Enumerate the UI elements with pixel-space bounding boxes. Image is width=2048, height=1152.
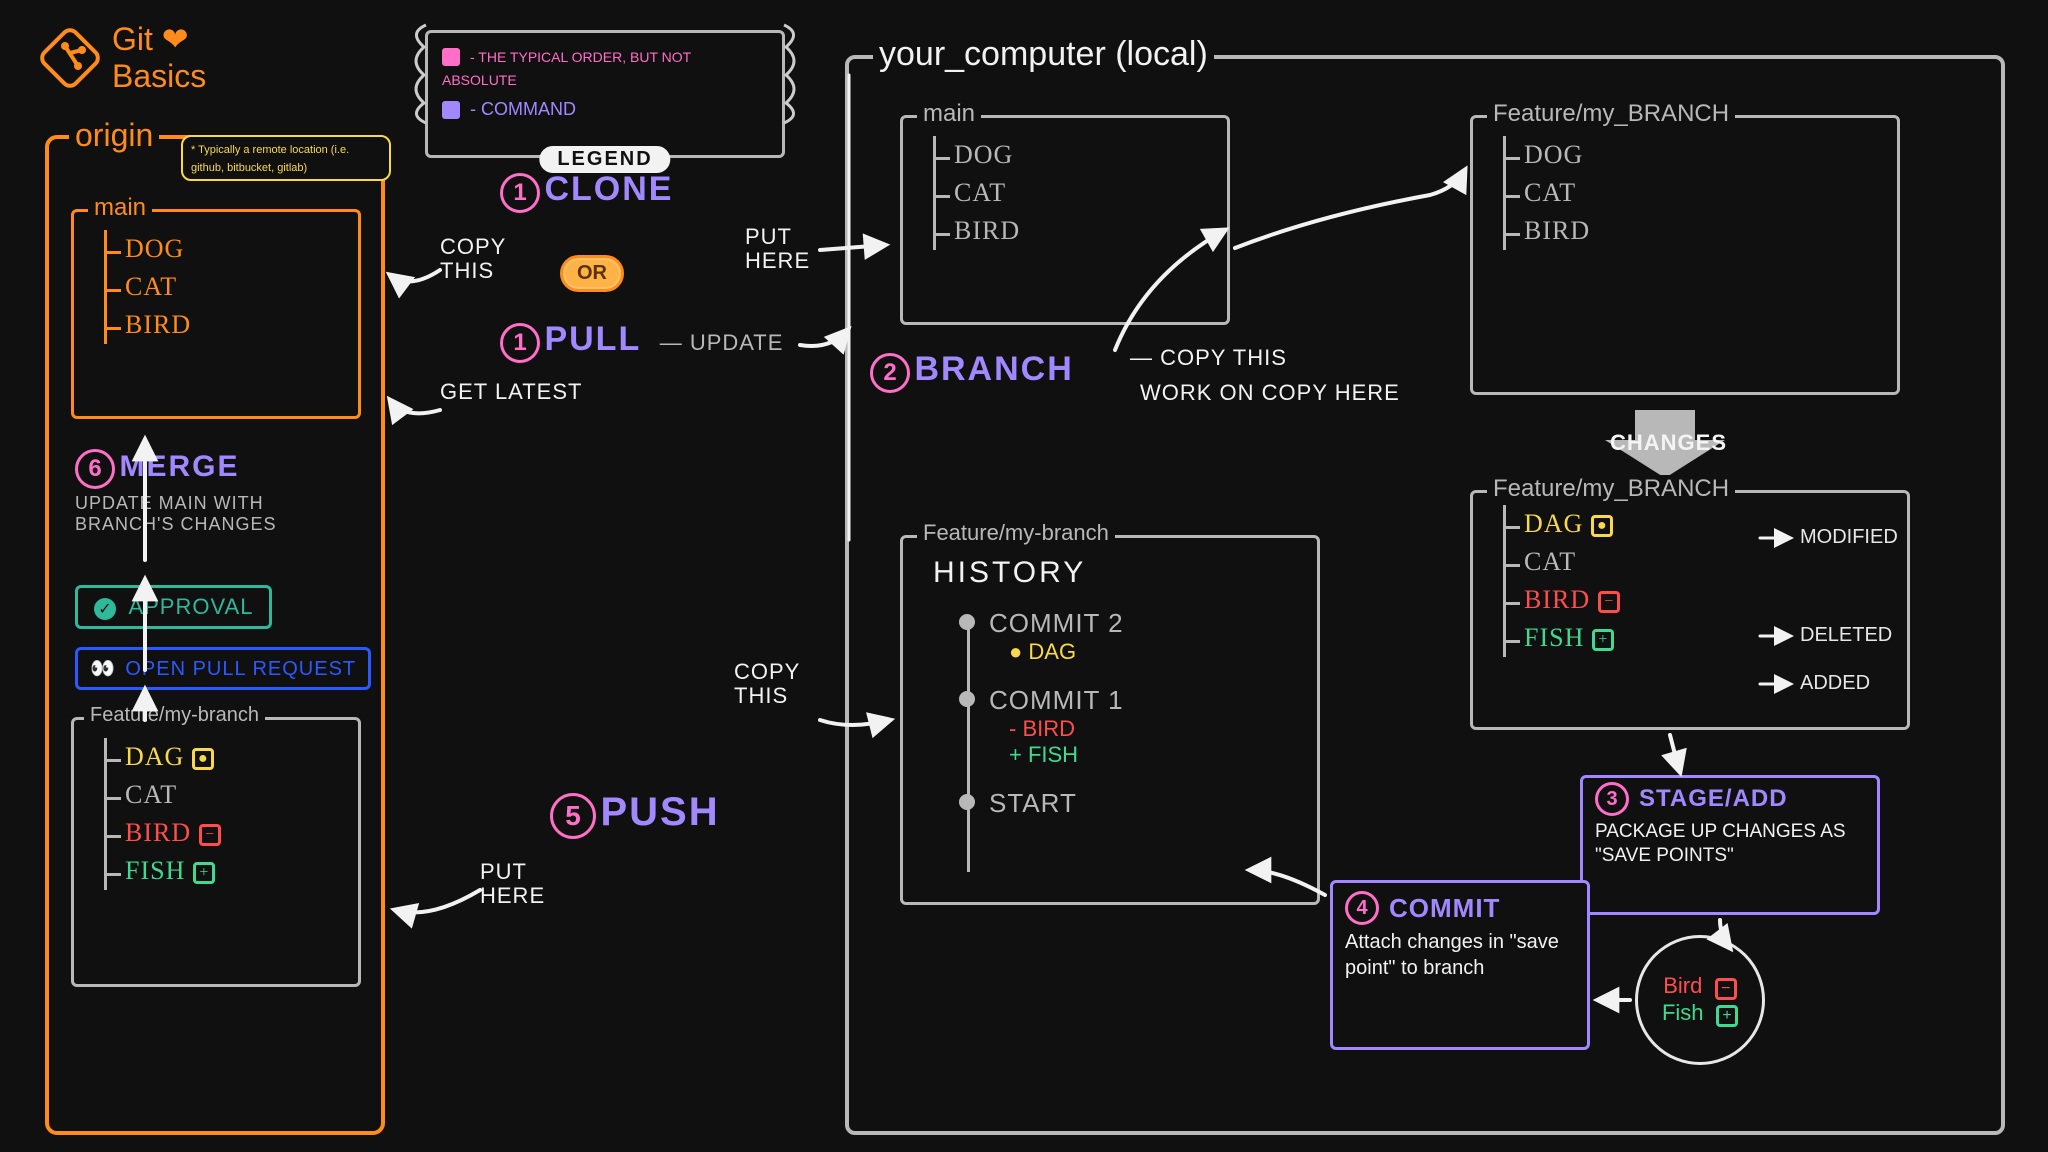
history-box: Feature/my-branch HISTORY COMMIT 2● DAG … <box>900 535 1320 905</box>
local-main-label: main <box>917 100 981 128</box>
origin-main-box: main DOG CAT BIRD <box>71 209 361 419</box>
minus-icon: − <box>1715 978 1737 1000</box>
changes-label: CHANGES <box>1610 430 1727 456</box>
pull-block: 1 PULL — UPDATE <box>500 320 783 363</box>
save-point-circle: Bird − Fish + <box>1635 935 1765 1065</box>
step-num-branch: 2 <box>870 353 910 393</box>
branch-copy-label: — COPY THIS <box>1130 345 1287 371</box>
eyes-icon: 👀 <box>90 658 115 680</box>
clone-block: 1 CLONE <box>500 170 673 213</box>
open-pr-badge: 👀 OPEN PULL REQUEST <box>75 647 371 690</box>
stage-command: STAGE/ADD <box>1639 785 1788 813</box>
dot-icon: ● <box>192 748 214 770</box>
plus-icon: + <box>1592 629 1614 651</box>
pull-command: PULL <box>544 320 641 358</box>
dot-icon: ● <box>1591 515 1613 537</box>
minus-icon: − <box>1598 591 1620 613</box>
local-feature1-label: Feature/my_BRANCH <box>1487 100 1735 128</box>
status-added-label: ADDED <box>1800 672 1870 695</box>
save-point-item: Bird − <box>1663 973 1737 1000</box>
step-num-commit: 4 <box>1345 891 1379 925</box>
clone-copy-label: COPYTHIS <box>440 235 506 283</box>
push-copy-label: COPYTHIS <box>734 660 800 708</box>
legend-swatch-pink <box>442 48 460 66</box>
origin-main-label: main <box>88 194 152 222</box>
step-num-clone: 1 <box>500 173 540 213</box>
title-line1: Git <box>112 21 153 57</box>
merge-note: UPDATE MAIN WITH BRANCH'S CHANGES <box>75 493 335 535</box>
list-item: BIRD− <box>107 814 338 852</box>
status-deleted-label: DELETED <box>1800 624 1892 647</box>
list-item: DOG <box>1506 136 1877 174</box>
list-item: FISH+ <box>107 852 338 890</box>
list-item: DOG <box>936 136 1207 174</box>
list-item: DAG● <box>107 738 338 776</box>
git-logo-icon <box>40 28 100 88</box>
stage-note: PACKAGE UP CHANGES AS "SAVE POINTS" <box>1595 820 1865 868</box>
local-label: your_computer (local) <box>873 35 1214 74</box>
list-item: CAT <box>1506 174 1877 212</box>
local-main-box: main DOG CAT BIRD <box>900 115 1230 325</box>
commit-command: COMMIT <box>1389 893 1500 924</box>
list-item: CAT <box>107 776 338 814</box>
branch-work-label: WORK ON COPY HERE <box>1140 380 1400 406</box>
heart-icon: ❤ <box>162 21 189 57</box>
origin-container: origin * Typically a remote location (i.… <box>45 135 385 1135</box>
save-point-item: Fish + <box>1662 1000 1738 1027</box>
decor-right-icon <box>778 19 804 129</box>
list-item: CAT <box>936 174 1207 212</box>
clone-put-label: PutHere <box>745 225 810 273</box>
plus-icon: + <box>193 862 215 884</box>
list-item: DOG <box>107 230 338 268</box>
legend-item-command: - COMMAND <box>442 98 768 121</box>
list-item: CAT <box>107 268 338 306</box>
approval-label: APPROVAL <box>128 594 253 619</box>
list-item: BIRD− <box>1506 581 1887 619</box>
legend-item-order: - THE TYPICAL ORDER, BUT NOT ABSOLUTE <box>442 45 768 92</box>
legend-box: - THE TYPICAL ORDER, BUT NOT ABSOLUTE - … <box>425 30 785 158</box>
pull-get-label: get latest <box>440 380 582 404</box>
approval-badge: ✓ APPROVAL <box>75 585 272 629</box>
step-num-push: 5 <box>550 793 596 839</box>
step-num-merge: 6 <box>75 449 115 489</box>
origin-feature-box: Feature/my-branch DAG●CATBIRD−FISH+ <box>71 717 361 987</box>
origin-note: * Typically a remote location (i.e. gith… <box>191 144 349 174</box>
branch-command: BRANCH <box>914 350 1073 388</box>
push-put-label: PUTHERE <box>480 860 545 908</box>
plus-icon: + <box>1716 1005 1738 1027</box>
merge-command: MERGE <box>119 450 239 483</box>
commit-entry: COMMIT 2● DAG <box>959 608 1124 665</box>
origin-label: origin <box>69 117 159 154</box>
step-num-pull: 1 <box>500 323 540 363</box>
commit-entry: START <box>959 788 1124 819</box>
minus-icon: − <box>199 824 221 846</box>
status-modified-label: MODIFIED <box>1800 526 1898 549</box>
list-item: BIRD <box>936 212 1207 250</box>
decor-left-icon <box>406 19 432 129</box>
list-item: BIRD <box>1506 212 1877 250</box>
page-title: Git ❤ Basics <box>40 20 206 95</box>
history-label: Feature/my-branch <box>917 520 1115 546</box>
origin-note-bubble: * Typically a remote location (i.e. gith… <box>181 135 391 181</box>
step-num-stage: 3 <box>1595 782 1629 816</box>
branch-block: 2 BRANCH <box>870 350 1074 393</box>
or-badge: OR <box>560 255 624 292</box>
push-command: PUSH <box>600 790 719 834</box>
local-feature1-box: Feature/my_BRANCH DOG CAT BIRD <box>1470 115 1900 395</box>
local-feature2-label: Feature/my_BRANCH <box>1487 475 1735 503</box>
stage-box: 3 STAGE/ADD PACKAGE UP CHANGES AS "SAVE … <box>1580 775 1880 915</box>
legend-swatch-purple <box>442 101 460 119</box>
origin-feature-label: Feature/my-branch <box>84 704 265 727</box>
commit-box: 4 COMMIT Attach changes in "save point" … <box>1330 880 1590 1050</box>
title-line2: Basics <box>112 58 206 95</box>
open-pr-label: OPEN PULL REQUEST <box>125 658 356 680</box>
list-item: BIRD <box>107 306 338 344</box>
history-sublabel: HISTORY <box>933 556 1086 590</box>
merge-block: 6 MERGE UPDATE MAIN WITH BRANCH'S CHANGE… <box>75 449 335 535</box>
commit-note: Attach changes in "save point" to branch <box>1345 929 1575 981</box>
push-block: 5 PUSH <box>550 790 720 839</box>
check-icon: ✓ <box>94 598 116 620</box>
clone-command: CLONE <box>544 170 673 208</box>
commit-entry: COMMIT 1- BIRD+ FISH <box>959 685 1124 768</box>
